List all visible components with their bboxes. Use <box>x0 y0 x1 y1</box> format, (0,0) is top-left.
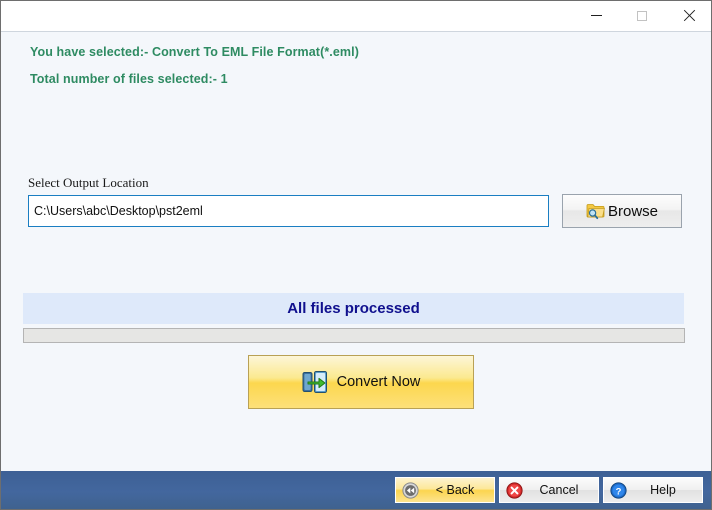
title-bar <box>1 1 711 31</box>
cancel-button[interactable]: Cancel <box>499 477 599 503</box>
maximize-button[interactable] <box>619 1 665 30</box>
footer-bar: < Back Cancel ? Help <box>1 471 711 509</box>
status-message: All files processed <box>287 300 420 317</box>
main-content: You have selected:- Convert To EML File … <box>1 31 711 498</box>
browse-button[interactable]: Browse <box>562 194 682 228</box>
progress-bar <box>23 328 685 343</box>
minimize-icon <box>590 15 602 16</box>
close-icon <box>682 9 695 22</box>
selected-format-text: You have selected:- Convert To EML File … <box>30 45 359 59</box>
maximize-icon <box>637 10 647 21</box>
convert-now-label: Convert Now <box>336 374 421 390</box>
status-banner: All files processed <box>23 293 684 324</box>
close-button[interactable] <box>665 1 711 30</box>
output-location-input[interactable] <box>28 195 549 227</box>
cancel-button-label: Cancel <box>539 483 579 497</box>
folder-search-icon <box>586 202 606 220</box>
help-question-icon: ? <box>610 481 627 499</box>
back-button-label: < Back <box>435 483 475 497</box>
svg-text:?: ? <box>616 486 622 497</box>
help-button-label: Help <box>650 483 676 497</box>
application-window: You have selected:- Convert To EML File … <box>0 0 712 510</box>
cancel-x-icon <box>506 481 523 499</box>
back-button[interactable]: < Back <box>395 477 495 503</box>
convert-now-button[interactable]: Convert Now <box>248 355 474 409</box>
files-selected-count-text: Total number of files selected:- 1 <box>30 72 228 86</box>
browse-button-label: Browse <box>607 202 659 220</box>
convert-export-icon <box>302 370 328 394</box>
output-location-label: Select Output Location <box>28 175 149 190</box>
minimize-button[interactable] <box>573 1 619 30</box>
rewind-icon <box>402 481 419 499</box>
help-button[interactable]: ? Help <box>603 477 703 503</box>
